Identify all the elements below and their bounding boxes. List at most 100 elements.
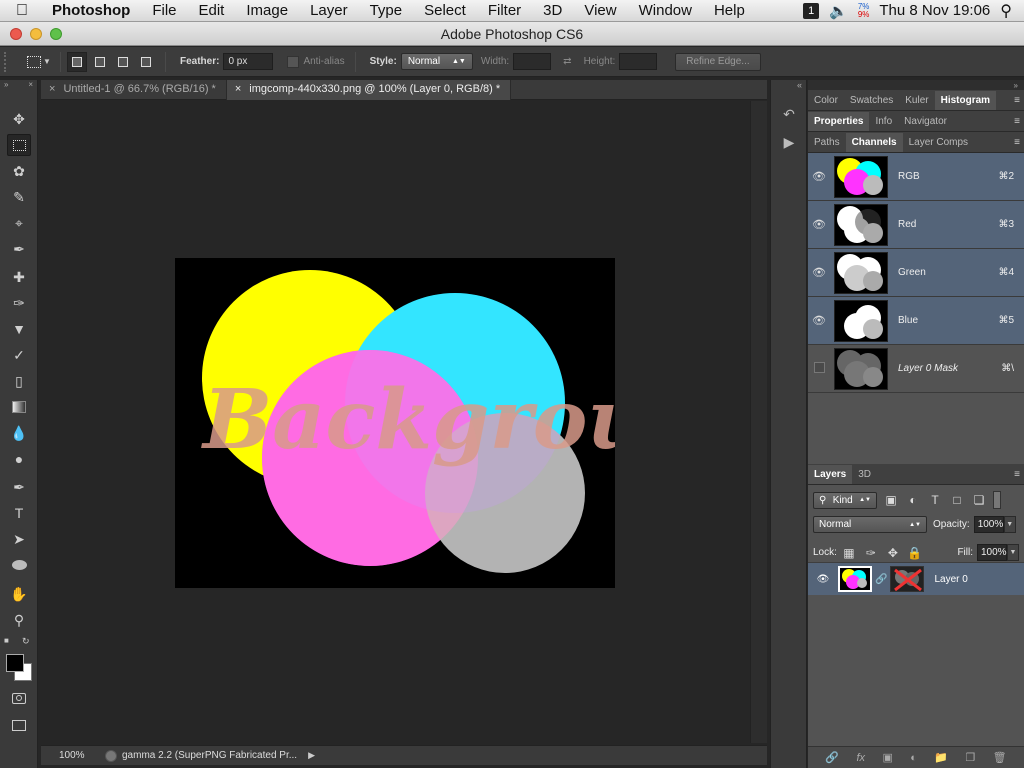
volume-icon[interactable]: 🔈 [829,2,848,20]
eye-icon[interactable]: 👁 [808,266,830,279]
style-select[interactable]: Normal ▲▼ [400,53,473,70]
rectangular-marquee-tool-icon[interactable] [7,134,31,156]
canvas-area[interactable]: Background [41,101,750,743]
move-tool-icon[interactable]: ✥ [7,108,31,130]
status-menu-arrow-icon[interactable]: ▶ [308,750,315,761]
menu-select[interactable]: Select [413,2,477,19]
hand-tool-icon[interactable]: ✋ [7,583,31,605]
lock-image-pixels-icon[interactable]: ✑ [863,545,879,561]
filter-kind-select[interactable]: ⚲ Kind ▲▼ [813,491,877,509]
channel-row-blue[interactable]: 👁 Blue ⌘5 [808,297,1024,345]
crop-tool-icon[interactable]: ⌖ [7,212,31,234]
tab-histogram[interactable]: Histogram [934,91,997,110]
menu-image[interactable]: Image [235,2,299,19]
panel-menu-icon[interactable]: ≡ [1014,95,1020,106]
tool-preset-picker[interactable]: ▼ [24,51,54,73]
opacity-slider-button[interactable]: ▼ [1003,516,1016,533]
filter-adjustment-icon[interactable]: ◐ [905,492,921,508]
foreground-color-swatch[interactable] [6,654,24,672]
new-selection-button[interactable] [67,51,87,72]
eye-icon[interactable]: 👁 [808,574,838,585]
zoom-window-button[interactable] [50,28,62,40]
history-panel-icon[interactable]: ↶ [779,104,799,124]
filter-toggle[interactable] [993,491,1001,509]
panel-menu-icon[interactable]: ≡ [1014,469,1020,480]
link-layers-icon[interactable]: 🔗 [825,751,839,764]
channel-row-red[interactable]: 👁 Red ⌘3 [808,201,1024,249]
quick-selection-tool-icon[interactable]: ✎ [7,186,31,208]
collapse-dock-icon[interactable]: » [1014,81,1018,90]
fill-input[interactable]: 100% [977,544,1007,561]
menu-file[interactable]: File [141,2,187,19]
subtract-from-selection-button[interactable] [113,52,133,72]
layer-style-fx-icon[interactable]: fx [856,752,865,764]
tab-3d[interactable]: 3D [852,465,877,484]
close-tab-icon[interactable]: × [235,83,241,95]
filter-smart-object-icon[interactable]: ❏ [971,492,987,508]
tab-navigator[interactable]: Navigator [898,112,953,131]
history-brush-tool-icon[interactable]: ✓ [7,344,31,366]
close-icon[interactable]: × [28,80,33,92]
intersect-selection-button[interactable] [136,52,156,72]
delete-layer-icon[interactable]: 🗑 [993,751,1007,764]
document-image[interactable]: Background [175,258,615,588]
dock-header[interactable]: » [808,80,1024,90]
ellipse-tool-icon[interactable] [7,554,31,576]
add-to-selection-button[interactable] [90,52,110,72]
vertical-scrollbar[interactable] [750,101,767,743]
tab-channels[interactable]: Channels [845,133,903,152]
expand-dock-icon[interactable]: « [797,80,802,90]
menu-layer[interactable]: Layer [299,2,359,19]
new-group-icon[interactable]: 📁 [934,751,948,764]
gradient-tool-icon[interactable] [7,396,31,418]
visibility-toggle[interactable] [808,361,830,376]
zoom-tool-icon[interactable]: ⚲ [7,609,31,631]
status-badge[interactable]: 1 [803,2,820,19]
tab-layer-comps[interactable]: Layer Comps [903,133,974,152]
width-input[interactable] [513,53,552,70]
tab-imgcomp[interactable]: × imgcomp-440x330.png @ 100% (Layer 0, RG… [226,80,512,100]
blend-mode-select[interactable]: Normal ▲▼ [813,516,927,533]
eyedropper-tool-icon[interactable]: ✒ [7,238,31,260]
eye-icon[interactable]: 👁 [808,314,830,327]
new-layer-icon[interactable]: ❐ [965,751,975,764]
tab-color[interactable]: Color [808,91,844,110]
mask-link-icon[interactable]: 🔗 [875,574,887,585]
layer-thumbnail[interactable] [838,566,872,592]
menu-window[interactable]: Window [628,2,703,19]
actions-panel-icon[interactable]: ▶ [779,132,799,152]
screen-mode-icon[interactable] [7,714,31,736]
channel-row-layer-0-mask[interactable]: Layer 0 Mask ⌘\ [808,345,1024,393]
height-input[interactable] [619,53,658,70]
tab-layers[interactable]: Layers [808,465,853,484]
clock[interactable]: Thu 8 Nov 19:06 [879,2,990,19]
tools-panel-header[interactable]: » × [0,80,37,92]
minimize-window-button[interactable] [30,28,42,40]
lock-transparent-pixels-icon[interactable]: ▦ [841,545,857,561]
antialias-checkbox[interactable] [287,55,300,68]
quick-mask-icon[interactable] [7,687,31,709]
clone-stamp-tool-icon[interactable]: ▼ [7,318,31,340]
healing-brush-tool-icon[interactable]: ✚ [7,266,31,288]
opacity-input[interactable]: 100% [973,516,1004,533]
tab-swatches[interactable]: Swatches [844,91,899,110]
path-selection-tool-icon[interactable]: ➤ [7,528,31,550]
swap-dimensions-icon[interactable]: ⇄ [563,56,571,67]
apple-menu-icon[interactable]:  [0,2,44,20]
eye-icon[interactable]: 👁 [808,218,830,231]
channel-row-green[interactable]: 👁 Green ⌘4 [808,249,1024,297]
menu-edit[interactable]: Edit [188,2,236,19]
tab-kuler[interactable]: Kuler [899,91,934,110]
new-adjustment-layer-icon[interactable]: ◐ [910,752,917,764]
collapse-icon[interactable]: » [4,80,8,92]
tab-untitled-1[interactable]: × Untitled-1 @ 66.7% (RGB/16) * [41,80,227,100]
fill-slider-button[interactable]: ▼ [1007,544,1019,561]
options-bar-grip[interactable] [4,51,14,72]
menu-view[interactable]: View [573,2,627,19]
type-tool-icon[interactable]: T [7,502,31,524]
refine-edge-button[interactable]: Refine Edge... [675,52,761,71]
filter-pixel-icon[interactable]: ▣ [883,492,899,508]
spotlight-search-icon[interactable]: ⚲ [1000,1,1012,21]
menu-filter[interactable]: Filter [477,2,532,19]
channel-row-rgb[interactable]: 👁 RGB ⌘2 [808,153,1024,201]
